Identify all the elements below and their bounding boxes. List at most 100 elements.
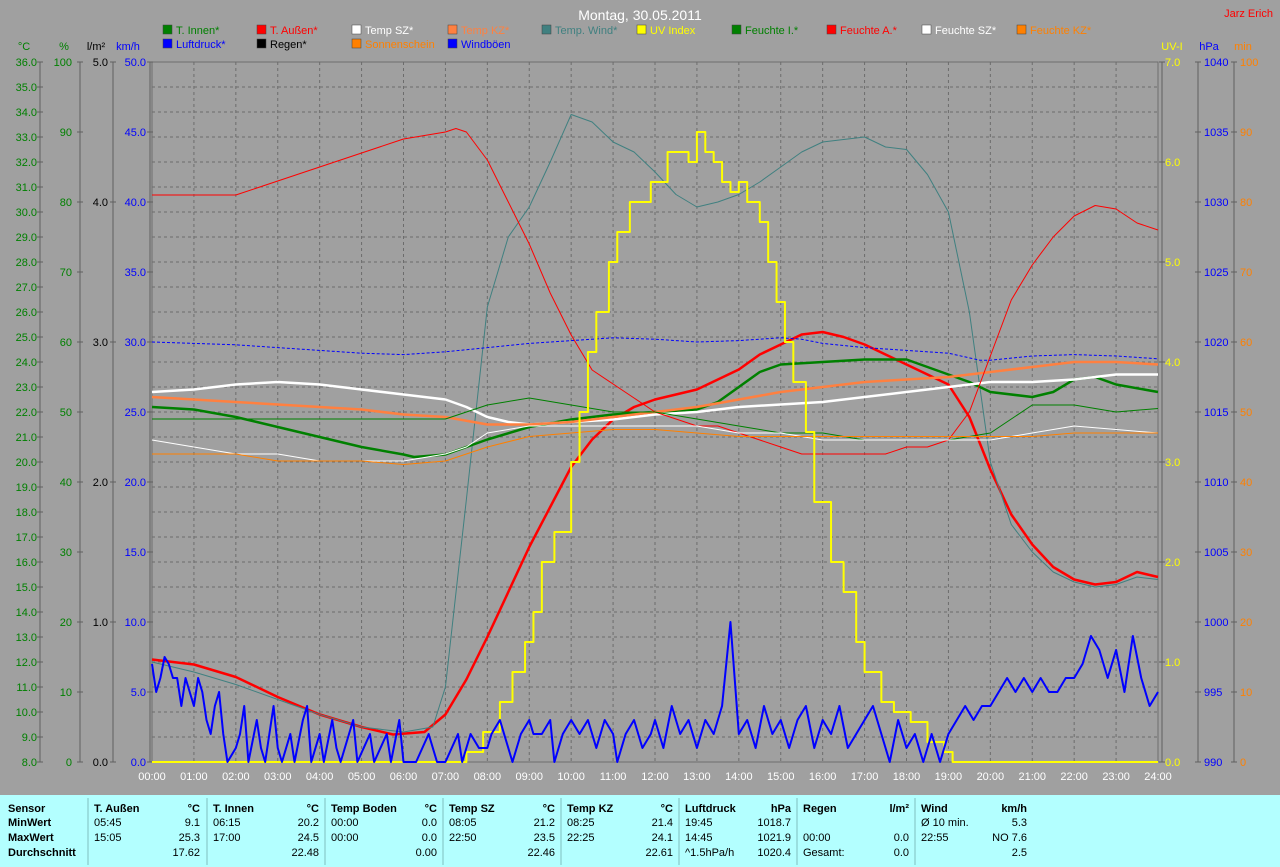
legend-swatch [826, 24, 837, 35]
legend-label: Windböen [461, 39, 511, 51]
tick-label-uv: 0.0 [1165, 757, 1180, 769]
legend-label: Luftdruck* [176, 39, 226, 51]
x-tick-label: 12:00 [641, 771, 669, 783]
tick-label-temp: 23.0 [16, 382, 37, 394]
tick-label-temp: 13.0 [16, 632, 37, 644]
legend-swatch [1016, 24, 1027, 35]
tick-label-temp: 32.0 [16, 157, 37, 169]
tick-label-temp: 21.0 [16, 432, 37, 444]
summary-unit: °C [425, 803, 437, 815]
tick-label-sunshine: 100 [1240, 57, 1258, 69]
x-tick-label: 08:00 [474, 771, 502, 783]
x-tick-label: 06:00 [390, 771, 418, 783]
legend-swatch [731, 24, 742, 35]
axis-title-humidity: % [59, 41, 69, 53]
summary-min-value: 21.2 [534, 817, 555, 829]
x-tick-label: 21:00 [1018, 771, 1046, 783]
tick-label-temp: 34.0 [16, 107, 37, 119]
tick-label-uv: 4.0 [1165, 357, 1180, 369]
summary-sensor-name: Regen [803, 803, 837, 815]
tick-label-temp: 26.0 [16, 307, 37, 319]
summary-row-label: MaxWert [8, 832, 54, 844]
summary-max-time: 15:05 [94, 832, 122, 844]
summary-min-time: 08:05 [449, 817, 477, 829]
tick-label-wind: 15.0 [125, 547, 146, 559]
summary-grid: Sensor MinWert MaxWert Durchschnitt T. Außen… [8, 798, 1027, 865]
summary-table: Sensor MinWert MaxWert Durchschnitt T. Außen… [0, 795, 1280, 867]
legend-swatch [636, 24, 647, 35]
summary-avg-value: 22.46 [527, 847, 555, 859]
tick-label-pressure: 1040 [1204, 57, 1228, 69]
axis-title-rain: l/m² [87, 41, 106, 53]
legend-swatch [162, 38, 173, 49]
tick-label-wind: 10.0 [125, 617, 146, 629]
summary-avg-label: Gesamt: [803, 847, 845, 859]
legend-label: Temp SZ* [365, 25, 414, 37]
chart-title: Montag, 30.05.2011 [578, 7, 702, 23]
summary-unit: °C [307, 803, 319, 815]
tick-label-rain: 3.0 [93, 337, 108, 349]
tick-label-pressure: 1010 [1204, 477, 1228, 489]
tick-label-pressure: 1015 [1204, 407, 1228, 419]
summary-avg-value: 1020.4 [757, 847, 791, 859]
tick-label-humidity: 100 [54, 57, 72, 69]
x-tick-label: 14:00 [725, 771, 753, 783]
legend-label: Regen* [270, 39, 307, 51]
tick-label-rain: 2.0 [93, 477, 108, 489]
tick-label-temp: 14.0 [16, 607, 37, 619]
tick-label-temp: 19.0 [16, 482, 37, 494]
tick-label-humidity: 80 [60, 197, 72, 209]
x-tick-label: 07:00 [432, 771, 460, 783]
summary-unit: hPa [771, 803, 792, 815]
summary-min-time: 08:25 [567, 817, 595, 829]
tick-label-sunshine: 40 [1240, 477, 1252, 489]
summary-max-value: NO 7.6 [992, 832, 1027, 844]
tick-label-temp: 27.0 [16, 282, 37, 294]
tick-label-temp: 28.0 [16, 257, 37, 269]
author-label: Jarz Erich [1224, 8, 1273, 20]
tick-label-humidity: 90 [60, 127, 72, 139]
x-tick-label: 02:00 [222, 771, 250, 783]
tick-label-temp: 30.0 [16, 207, 37, 219]
legend-label: Feuchte KZ* [1030, 25, 1092, 37]
axis-title-sunshine: min [1234, 41, 1252, 53]
summary-max-value: 1021.9 [757, 832, 791, 844]
tick-label-humidity: 10 [60, 687, 72, 699]
tick-label-pressure: 1025 [1204, 267, 1228, 279]
legend-label: Temp KZ* [461, 25, 510, 37]
summary-unit: l/m² [889, 803, 909, 815]
summary-sensor-name: Temp Boden [331, 803, 397, 815]
legend-label: Feuchte A.* [840, 25, 898, 37]
tick-label-wind: 45.0 [125, 127, 146, 139]
tick-label-uv: 3.0 [1165, 457, 1180, 469]
legend-label: Feuchte I.* [745, 25, 799, 37]
legend: T. Innen* Luftdruck* T. Außen* Regen* Temp S… [162, 24, 1092, 51]
tick-label-temp: 15.0 [16, 582, 37, 594]
tick-label-humidity: 0 [66, 757, 72, 769]
tick-label-sunshine: 70 [1240, 267, 1252, 279]
summary-max-value: 23.5 [534, 832, 555, 844]
tick-label-humidity: 60 [60, 337, 72, 349]
summary-max-time: 00:00 [331, 832, 359, 844]
tick-label-rain: 4.0 [93, 197, 108, 209]
tick-label-humidity: 70 [60, 267, 72, 279]
legend-label: Sonnenschein [365, 39, 435, 51]
legend-swatch [256, 24, 267, 35]
summary-max-value: 0.0 [422, 832, 437, 844]
legend-label: Temp. Wind* [555, 25, 618, 37]
tick-label-sunshine: 0 [1240, 757, 1246, 769]
tick-label-wind: 35.0 [125, 267, 146, 279]
tick-label-wind: 50.0 [125, 57, 146, 69]
axis-title-wind: km/h [116, 41, 140, 53]
tick-label-wind: 5.0 [131, 687, 146, 699]
tick-label-rain: 0.0 [93, 757, 108, 769]
tick-label-temp: 9.0 [22, 732, 37, 744]
legend-label: UV Index [650, 25, 696, 37]
tick-label-temp: 25.0 [16, 332, 37, 344]
tick-label-wind: 0.0 [131, 757, 146, 769]
weather-chart: °C 8.0 9.0 10.0 11.0 12.0 13.0 14.0 15.0 16.0 17.0… [16, 7, 1273, 783]
tick-label-temp: 35.0 [16, 82, 37, 94]
tick-label-temp: 36.0 [16, 57, 37, 69]
axis-title-temp: °C [18, 41, 30, 53]
tick-label-pressure: 1020 [1204, 337, 1228, 349]
